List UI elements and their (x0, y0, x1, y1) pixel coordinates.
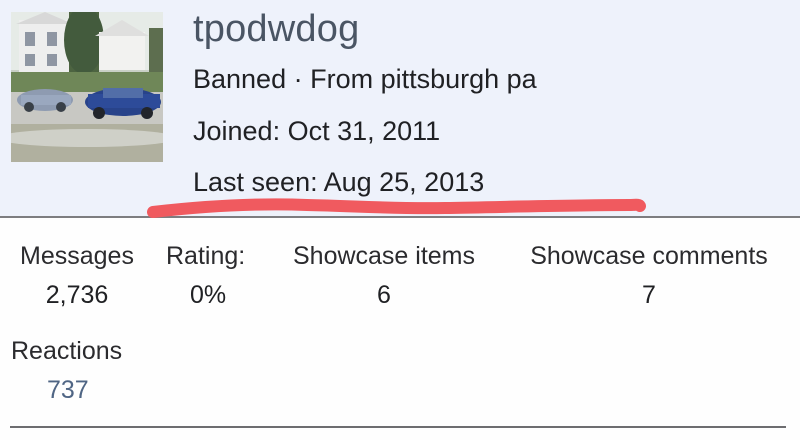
profile-stats: Messages 2,736 Rating: 0% Showcase items… (0, 218, 800, 440)
joined-date: Joined: Oct 31, 2011 (193, 116, 441, 146)
stat-value: 2,736 (45, 281, 109, 309)
status-location-line: Banned · From pittsburgh pa (193, 64, 537, 94)
avatar[interactable] (11, 12, 163, 162)
stat-label: Messages (20, 242, 134, 270)
stat-label: Rating: (166, 242, 246, 270)
avatar-image (11, 12, 163, 162)
stat-label: Showcase items (292, 242, 476, 270)
stat-value-link[interactable]: 737 (11, 376, 139, 405)
stat-label: Showcase comments (530, 242, 768, 270)
username[interactable]: tpodwdog (193, 8, 359, 51)
last-seen-date: Last seen: Aug 25, 2013 (193, 167, 485, 197)
section-divider (10, 426, 786, 428)
stat-messages[interactable]: Messages 2,736 (11, 242, 143, 310)
stat-rating: Rating: 0% (166, 242, 258, 310)
stat-showcase-comments[interactable]: Showcase comments 7 (511, 242, 787, 310)
profile-header: tpodwdog Banned · From pittsburgh pa Joi… (0, 0, 800, 218)
stat-label: Reactions (11, 337, 123, 365)
stat-value: 7 (642, 281, 656, 309)
stat-reactions[interactable]: Reactions 737 (11, 337, 139, 405)
stat-value: 0% (190, 281, 227, 309)
stat-value: 6 (377, 281, 391, 309)
stat-showcase-items[interactable]: Showcase items 6 (279, 242, 489, 310)
